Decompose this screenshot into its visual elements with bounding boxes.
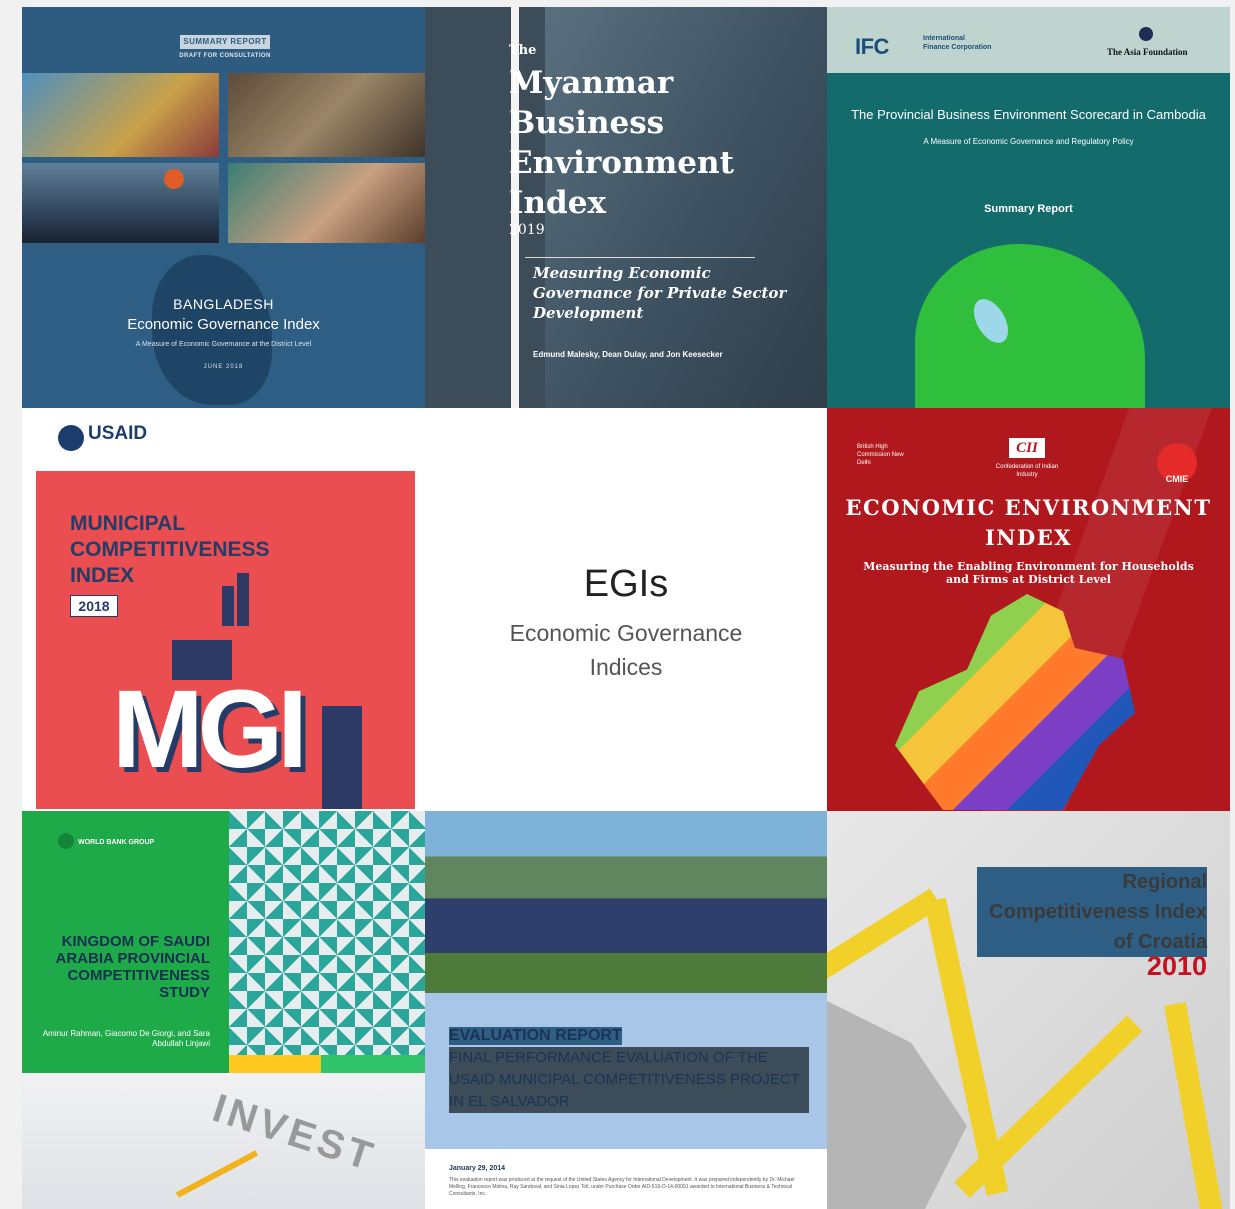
- building-graphic: [322, 706, 362, 809]
- cover-subtitle: A Measure of Economic Governance at the …: [135, 341, 312, 348]
- cover-authors: Edmund Malesky, Dean Dulay, and Jon Kees…: [533, 350, 723, 359]
- divider: [525, 257, 755, 258]
- center-label-tile: EGIs Economic Governance Indices: [425, 408, 827, 811]
- cover-usaid-mci[interactable]: USAID MUNICIPAL COMPETITIVENESS INDEX 20…: [22, 408, 425, 811]
- cover-title: Myanmar Business Environment Index: [509, 65, 734, 221]
- usaid-seal-icon: [58, 425, 84, 451]
- cover-year: 2018: [70, 595, 118, 617]
- world-bank-icon: [58, 833, 74, 849]
- cover-heading: EVALUATION REPORT: [449, 1027, 622, 1045]
- ifc-logo: IFC: [855, 34, 889, 59]
- cover-cii[interactable]: British High Commission New Delhi CII Co…: [827, 408, 1230, 811]
- cover-year: 2019: [509, 222, 545, 238]
- british-high-commission: British High Commission New Delhi: [857, 444, 904, 466]
- center-title: EGIs: [583, 563, 669, 605]
- cover-title: MUNICIPAL COMPETITIVENESS INDEX: [70, 512, 270, 587]
- cover-evaluation[interactable]: EVALUATION REPORT FINAL PERFORMANCE EVAL…: [425, 811, 827, 1209]
- cover-year: 2010: [1146, 951, 1207, 981]
- cover-authors: Aminur Rahman, Giacomo De Giorgi, and Sa…: [42, 1029, 210, 1048]
- report-cover-grid: SUMMARY REPORT DRAFT FOR CONSULTATION BA…: [22, 7, 1231, 1209]
- bar-graphic: [237, 573, 249, 626]
- center-subtitle: Economic Governance Indices: [509, 620, 743, 680]
- geometric-pattern: [229, 811, 425, 1055]
- cover-myanmar[interactable]: The Myanmar Business Environment Index 2…: [425, 7, 827, 408]
- cover-cambodia[interactable]: IFC International Finance Corporation Th…: [827, 7, 1230, 408]
- cover-subtitle: Measuring the Enabling Environment for H…: [863, 560, 1194, 586]
- asia-foundation-icon: [1139, 27, 1153, 41]
- cover-title-country: BANGLADESH: [173, 296, 274, 312]
- sun-icon: [164, 169, 184, 189]
- cover-date: January 29, 2014: [449, 1165, 506, 1172]
- ifc-name: International Finance Corporation: [923, 35, 992, 51]
- cover-title: The Provincial Business Environment Scor…: [851, 107, 1206, 122]
- cover-title: Regional Competitiveness Index of Croati…: [977, 867, 1207, 957]
- cover-title: Economic Governance Index: [127, 316, 320, 333]
- cover-body: This evaluation report was produced at t…: [449, 1177, 795, 1197]
- photo-family: [22, 73, 219, 157]
- cover-title-prefix: The: [509, 43, 537, 58]
- photo-workers: [228, 73, 425, 157]
- croatia-map: [827, 1001, 967, 1209]
- cmie-label: CMIE: [1165, 474, 1189, 484]
- summary-badge: SUMMARY REPORT: [180, 35, 270, 49]
- cover-date: JUNE 2018: [203, 364, 244, 370]
- cover-title: FINAL PERFORMANCE EVALUATION OF THE USAI…: [449, 1047, 809, 1113]
- cover-croatia[interactable]: Regional Competitiveness Index of Croati…: [827, 811, 1230, 1209]
- cover-saudi[interactable]: WORLD BANK GROUP KINGDOM OF SAUDI ARABIA…: [22, 811, 425, 1209]
- usaid-logo: USAID: [88, 423, 148, 444]
- cover-bangladesh[interactable]: SUMMARY REPORT DRAFT FOR CONSULTATION BA…: [22, 7, 425, 408]
- photo-girl: [228, 163, 425, 243]
- cii-logo: CII: [1009, 438, 1045, 458]
- cover-report-type: Summary Report: [984, 203, 1073, 215]
- world-bank-logo: WORLD BANK GROUP: [78, 839, 155, 846]
- cover-title: ECONOMIC ENVIRONMENT INDEX: [845, 495, 1212, 550]
- cambodia-map: [915, 244, 1145, 408]
- draft-label: DRAFT FOR CONSULTATION: [179, 53, 271, 59]
- cover-subtitle: Measuring Economic Governance for Privat…: [533, 264, 787, 322]
- ruler-segment: [1164, 1002, 1228, 1209]
- mgi-graphic: MGI: [112, 668, 308, 791]
- asia-foundation-name: The Asia Foundation: [1107, 47, 1188, 57]
- cover-title: KINGDOM OF SAUDI ARABIA PROVINCIAL COMPE…: [55, 933, 210, 1001]
- cii-name: Confederation of Indian Industry: [995, 464, 1059, 478]
- photo-ship-sunset: [22, 163, 219, 243]
- bar-graphic: [222, 586, 234, 626]
- students-photo: [425, 811, 827, 993]
- cover-subtitle: A Measure of Economic Governance and Reg…: [923, 137, 1134, 146]
